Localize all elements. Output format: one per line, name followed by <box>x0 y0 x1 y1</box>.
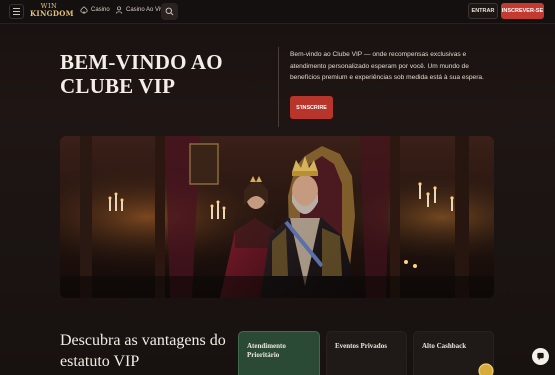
hero-image <box>60 136 494 298</box>
coin-icon <box>477 362 495 375</box>
benefit-card-label: Atendimento Prioritário <box>247 342 286 359</box>
vip-page: WIN KINGDOM Casino Casino Ao Vivo ENTRAR… <box>0 0 555 375</box>
hero-title: BEM-VINDO AO CLUBE VIP <box>60 50 223 98</box>
brand-logo[interactable]: WIN KINGDOM <box>30 3 74 21</box>
search-button[interactable] <box>161 3 178 20</box>
nav-live-casino[interactable]: Casino Ao Vivo <box>115 6 167 14</box>
signup-button[interactable]: INSCREVER-SE <box>501 3 544 19</box>
royal-throne-room-illustration <box>60 136 494 298</box>
hamburger-icon-line <box>13 14 20 15</box>
hamburger-icon-line <box>13 11 20 12</box>
top-bar: WIN KINGDOM Casino Casino Ao Vivo ENTRAR… <box>0 0 555 24</box>
dealer-icon <box>115 6 123 14</box>
benefit-card-high-cashback[interactable]: Alto Cashback <box>413 331 494 375</box>
benefit-card-private-events[interactable]: Eventos Privados <box>326 331 407 375</box>
benefits-title: Descubra as vantagens do estatuto VIP <box>60 332 226 370</box>
logo-line2: KINGDOM <box>30 8 74 18</box>
benefit-card-label: Alto Cashback <box>422 342 467 350</box>
spade-icon <box>80 6 88 14</box>
chat-icon <box>536 348 545 366</box>
menu-button[interactable] <box>9 4 24 19</box>
nav-casino-label: Casino <box>91 7 110 13</box>
benefit-card-priority-support[interactable]: Atendimento Prioritário <box>238 331 320 375</box>
join-button[interactable]: S'INSCRIRE <box>290 96 333 119</box>
hamburger-icon <box>13 8 20 9</box>
search-icon <box>165 3 174 21</box>
hero-divider <box>278 47 279 127</box>
nav-casino[interactable]: Casino <box>80 6 110 14</box>
login-button[interactable]: ENTRAR <box>468 3 498 19</box>
chat-button[interactable] <box>532 348 549 365</box>
hero-description: Bem-vindo ao Clube VIP — onde recompensa… <box>290 51 484 81</box>
benefit-card-label: Eventos Privados <box>335 342 387 350</box>
